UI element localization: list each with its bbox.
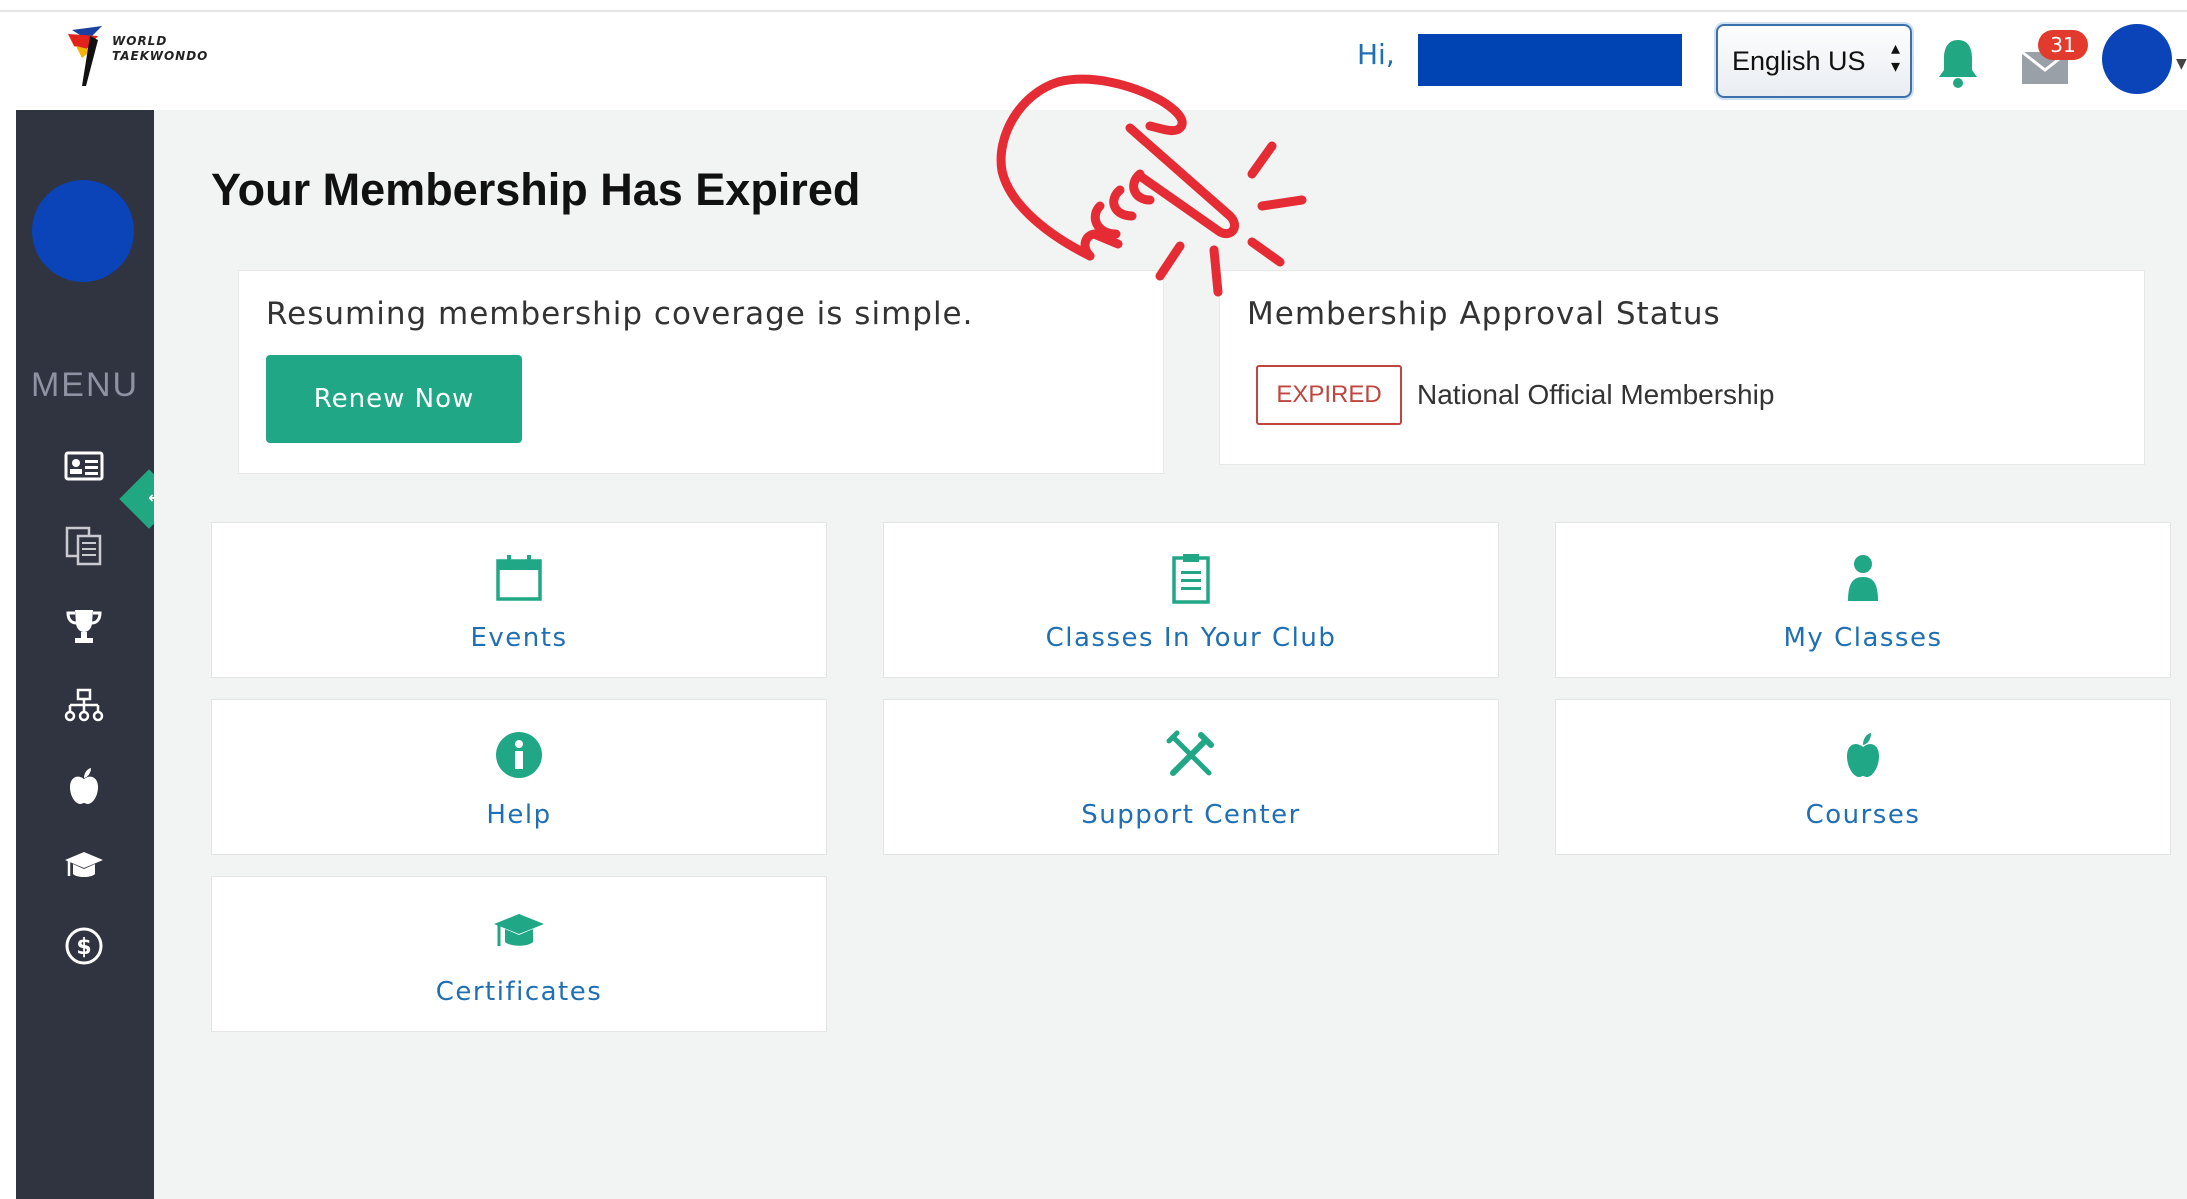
renew-message: Resuming membership coverage is simple. [266,296,974,332]
sidebar-item-courses[interactable] [62,764,106,808]
tile-label-certificates: Certificates [435,977,603,1007]
tile-label-courses: Courses [1805,800,1921,830]
language-select[interactable]: English US ▴ ▾ [1716,24,1912,98]
graduation-cap-icon [65,852,103,877]
tap-hand-annotation-icon [996,74,1307,297]
apple-icon [1556,728,2170,782]
sidebar-item-certificates[interactable] [62,844,106,888]
tile-label-classes-in-your-club: Classes In Your Club [1045,623,1337,653]
browser-top-strip [0,0,2187,12]
tile-my-classes[interactable]: My Classes [1555,522,2171,678]
documents-icon [65,526,102,566]
sidebar-avatar[interactable] [32,180,134,282]
renew-now-button[interactable]: Renew Now [266,355,522,443]
apple-icon [70,768,98,804]
chevron-down-icon[interactable]: ▼ [2176,56,2187,72]
tile-courses[interactable]: Courses [1555,699,2171,855]
tile-label-support-center: Support Center [1081,800,1301,830]
status-badge: EXPIRED [1256,365,1402,425]
calendar-icon [212,551,826,605]
dollar-icon: $ [65,927,103,965]
tile-label-help: Help [486,800,552,830]
messages-count-badge: 31 [2038,30,2088,60]
sidebar-item-trophy[interactable] [62,604,106,648]
sidebar-item-payments[interactable]: $ [62,924,106,968]
language-select-value: English US [1732,46,1866,76]
info-icon [212,728,826,782]
clipboard-icon [884,551,1498,605]
tile-help[interactable]: Help [211,699,827,855]
tools-icon [884,728,1498,782]
tile-certificates[interactable]: Certificates [211,876,827,1032]
membership-type-text: National Official Membership [1417,379,1775,410]
svg-text:$: $ [76,935,91,960]
tile-label-my-classes: My Classes [1783,623,1943,653]
sidebar-item-id-card[interactable] [62,444,106,488]
user-avatar[interactable] [2102,24,2172,94]
page-title: Your Membership Has Expired [211,164,861,215]
tile-label-events: Events [470,623,568,653]
greeting-text: Hi, [1357,38,1395,71]
notifications-bell-icon[interactable] [1936,36,1980,90]
sidebar: MENU $ [16,110,154,1199]
graduation-cap-icon [212,905,826,959]
person-icon [1556,551,2170,605]
sidebar-item-organization[interactable] [62,684,106,728]
redacted-username [1418,34,1682,86]
select-arrows-icon: ▴ ▾ [1890,38,1900,77]
logo-text-line1: WORLD [112,34,168,48]
id-card-icon [64,451,104,481]
logo-text: WORLD TAEKWONDO [112,34,208,64]
org-chart-icon [64,688,104,722]
sidebar-item-documents[interactable] [62,524,106,568]
menu-label: MENU [30,366,140,404]
tile-events[interactable]: Events [211,522,827,678]
tile-classes-in-your-club[interactable]: Classes In Your Club [883,522,1499,678]
trophy-icon [66,610,102,643]
logo-text-line2: TAEKWONDO [112,49,209,63]
tile-support-center[interactable]: Support Center [883,699,1499,855]
